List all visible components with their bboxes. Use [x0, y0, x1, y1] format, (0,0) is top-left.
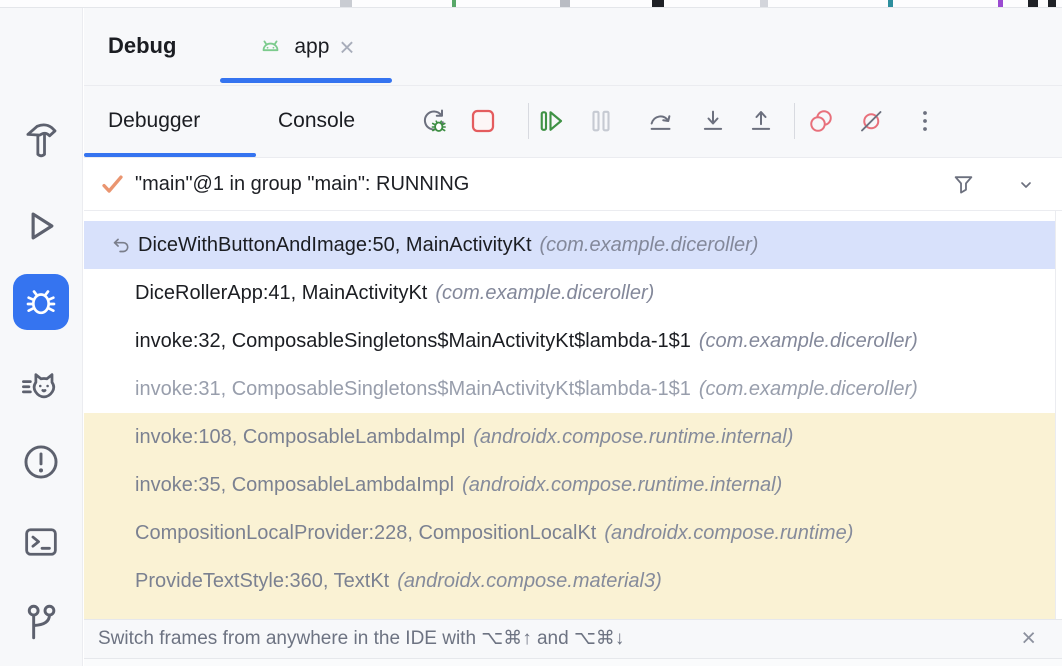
frame-location: invoke:32, ComposableSingletons$MainActi… — [135, 330, 691, 353]
tab-console[interactable]: Console — [278, 86, 355, 158]
frame-location: CompositionLocalProvider:228, Compositio… — [135, 522, 596, 545]
hint-bar: Switch frames from anywhere in the IDE w… — [84, 619, 1062, 659]
hint-text: Switch frames from anywhere in the IDE w… — [98, 620, 624, 660]
frame-location: DiceRollerApp:41, MainActivityKt — [135, 282, 427, 305]
exclamation-circle-icon — [19, 440, 63, 484]
filter-icon[interactable] — [950, 171, 977, 198]
selected-tool-tab-underline — [84, 153, 256, 157]
sidebar-item-profiler[interactable] — [19, 364, 63, 408]
view-breakpoints-icon[interactable] — [806, 106, 836, 136]
frame-package: (com.example.diceroller) — [540, 234, 759, 257]
play-icon — [20, 205, 62, 247]
tab-debugger[interactable]: Debugger — [108, 86, 200, 158]
editor-code-fragment — [888, 0, 893, 7]
frame-location: invoke:31, ComposableSingletons$MainActi… — [135, 378, 691, 401]
frame-package: (com.example.diceroller) — [699, 330, 918, 353]
frame-location: invoke:35, ComposableLambdaImpl — [135, 474, 454, 497]
close-icon[interactable]: × — [1021, 620, 1036, 660]
stack-frame[interactable]: invoke:108, ComposableLambdaImpl (androi… — [84, 413, 1055, 461]
frame-package: (androidx.compose.runtime.internal) — [473, 426, 793, 449]
stack-frame[interactable]: invoke:31, ComposableSingletons$MainActi… — [84, 365, 1055, 413]
git-branch-icon — [19, 600, 63, 644]
frame-location: DiceWithButtonAndImage:50, MainActivityK… — [138, 234, 532, 257]
stack-frame[interactable]: ProvideTextStyle:360, TextKt (androidx.c… — [84, 557, 1055, 605]
tab-app-label: app — [294, 35, 329, 59]
frame-location: ProvideTextStyle:360, TextKt — [135, 570, 389, 593]
debug-header: Debug app × — [84, 8, 1062, 86]
close-icon[interactable]: × — [339, 34, 354, 60]
sidebar-item-problems[interactable] — [19, 440, 63, 484]
frame-location: invoke:108, ComposableLambdaImpl — [135, 426, 465, 449]
sidebar-item-version-control[interactable] — [19, 600, 63, 644]
editor-code-fragment — [560, 0, 570, 7]
tool-window-stripe — [0, 8, 83, 666]
stack-frame[interactable]: CompositionLocalProvider:228, Compositio… — [84, 509, 1055, 557]
pause-icon[interactable] — [586, 106, 616, 136]
sidebar-item-terminal[interactable] — [19, 520, 63, 564]
editor-code-fragment — [452, 0, 456, 7]
chevron-down-icon[interactable] — [1014, 173, 1038, 197]
stack-frame[interactable]: DiceWithButtonAndImage:50, MainActivityK… — [84, 221, 1055, 269]
execution-point-icon — [110, 234, 132, 256]
sidebar-item-debug[interactable] — [13, 274, 69, 330]
selected-tab-underline — [220, 78, 392, 83]
editor-code-fragment — [760, 0, 768, 7]
toolbar-separator — [528, 103, 529, 139]
tab-app[interactable]: app × — [220, 8, 392, 86]
editor-strip — [0, 0, 1062, 8]
bug-icon — [21, 282, 61, 322]
android-icon — [257, 34, 284, 61]
editor-code-fragment — [1048, 0, 1056, 7]
stack-frame[interactable]: invoke:32, ComposableSingletons$MainActi… — [84, 317, 1055, 365]
step-into-icon[interactable] — [698, 106, 728, 136]
step-out-icon[interactable] — [746, 106, 776, 136]
debugger-toolbar: Debugger Console — [84, 86, 1062, 158]
terminal-icon — [20, 521, 62, 563]
thread-running-check-icon — [99, 171, 126, 198]
stop-icon[interactable] — [468, 106, 498, 136]
stack-frames-list: DiceWithButtonAndImage:50, MainActivityK… — [84, 211, 1062, 619]
frame-package: (com.example.diceroller) — [699, 378, 918, 401]
debug-tool-window: Debug app × Debugger Console — [84, 8, 1062, 666]
cat-icon — [19, 364, 63, 408]
panel-footer — [84, 659, 1062, 666]
frame-package: (androidx.compose.runtime) — [604, 522, 853, 545]
frame-package: (com.example.diceroller) — [435, 282, 654, 305]
more-options-icon[interactable] — [910, 106, 940, 136]
sidebar-item-run[interactable] — [19, 204, 63, 248]
mute-breakpoints-icon[interactable] — [856, 106, 886, 136]
resume-icon[interactable] — [536, 106, 566, 136]
editor-code-fragment — [652, 0, 664, 7]
thread-status-text: "main"@1 in group "main": RUNNING — [135, 158, 469, 211]
frame-package: (androidx.compose.material3) — [397, 570, 662, 593]
editor-code-fragment — [998, 0, 1003, 7]
tool-window-title: Debug — [108, 8, 176, 86]
sidebar-item-build[interactable] — [19, 118, 63, 162]
editor-code-fragment — [340, 0, 352, 7]
frame-package: (androidx.compose.runtime.internal) — [462, 474, 782, 497]
scrollbar-gutter[interactable] — [1055, 211, 1062, 619]
thread-status-bar[interactable]: "main"@1 in group "main": RUNNING — [84, 158, 1062, 211]
rerun-icon[interactable] — [418, 106, 448, 136]
stack-frame[interactable]: DiceRollerApp:41, MainActivityKt (com.ex… — [84, 269, 1055, 317]
step-over-icon[interactable] — [646, 106, 676, 136]
hammer-icon — [20, 119, 62, 161]
toolbar-separator — [794, 103, 795, 139]
stack-frame[interactable]: invoke:35, ComposableLambdaImpl (android… — [84, 461, 1055, 509]
editor-code-fragment — [1028, 0, 1038, 7]
